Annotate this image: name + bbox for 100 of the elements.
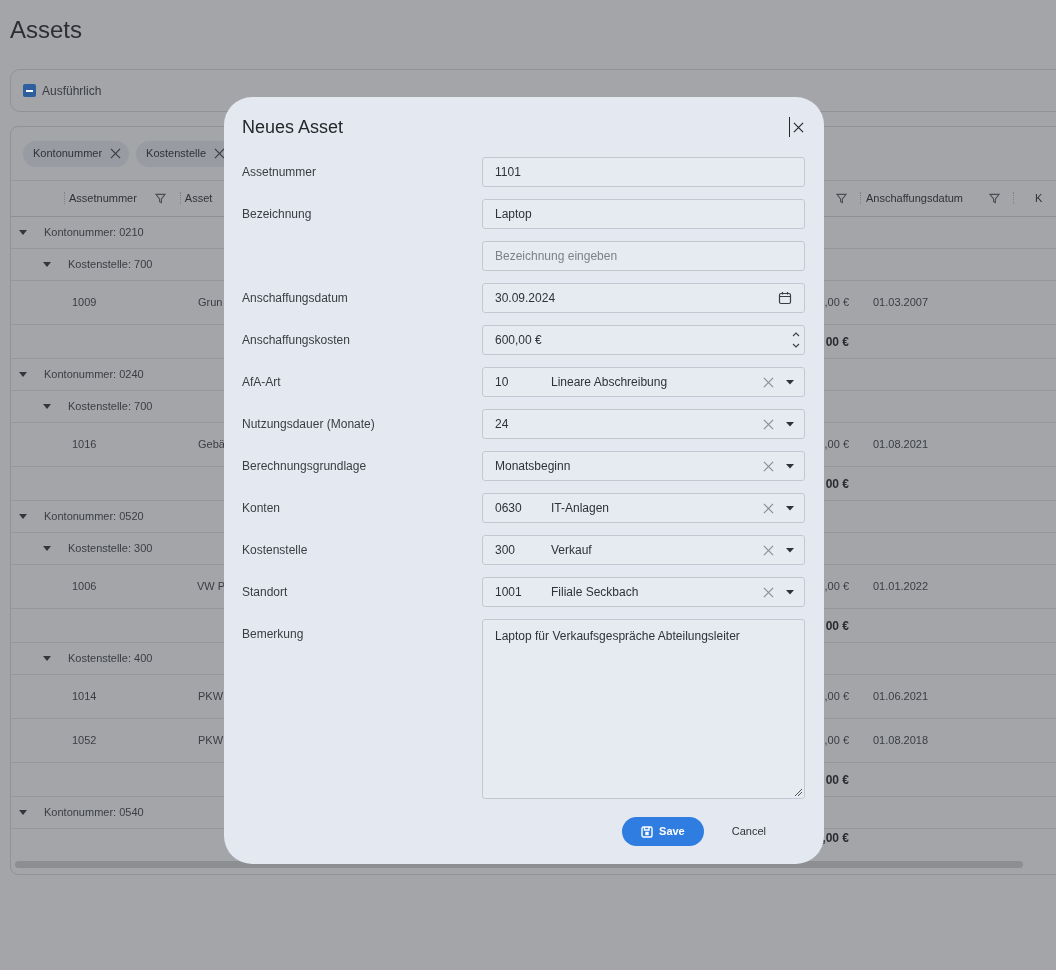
- name-cell-text: Grun: [198, 295, 223, 311]
- remarks-textarea[interactable]: Laptop für Verkaufsgespräche Abteilungsleiter: [482, 619, 805, 799]
- filter-icon[interactable]: [154, 193, 166, 204]
- subgroup-row-label: Kostenstelle: 400: [68, 651, 153, 667]
- dropdown-caret-icon[interactable]: [786, 379, 794, 385]
- caret-icon[interactable]: [43, 655, 51, 662]
- option-label: Filiale Seckbach: [551, 584, 640, 601]
- caret-icon[interactable]: [43, 403, 51, 410]
- date-cell-text: 01.08.2018: [873, 733, 929, 749]
- caret-icon[interactable]: [19, 513, 27, 520]
- number-field[interactable]: 600,00 €: [482, 325, 805, 355]
- dropdown-caret-icon[interactable]: [786, 421, 794, 427]
- option-label: 24: [495, 416, 510, 433]
- amount-cell-text: ,00 €: [821, 830, 849, 847]
- text-field[interactable]: 1101: [482, 157, 805, 187]
- group-row-label: Kontonummer: 0540: [44, 805, 144, 821]
- asset-number-cell-text: 1016: [72, 437, 98, 453]
- amount-cell-text: ,00 €: [823, 295, 849, 311]
- dropdown-caret-icon[interactable]: [786, 463, 794, 469]
- caret-icon[interactable]: [19, 371, 27, 378]
- amount-cell-text: ,00 €: [823, 733, 849, 749]
- column-header[interactable]: Assetnummer: [69, 190, 137, 207]
- select-field[interactable]: 24: [482, 409, 805, 439]
- text-field[interactable]: Laptop: [482, 199, 805, 229]
- asset-number-cell-text: 1006: [72, 579, 98, 595]
- caret-icon[interactable]: [43, 261, 51, 268]
- dropdown-caret-icon[interactable]: [786, 547, 794, 553]
- amount-cell-text: ,00 €: [823, 689, 849, 705]
- field-label: Anschaffungskosten: [242, 333, 350, 347]
- field-label: Anschaffungsdatum: [242, 291, 348, 305]
- subgroup-row-label: Kostenstelle: 700: [68, 257, 153, 273]
- filter-icon[interactable]: [989, 193, 1001, 204]
- field-label: AfA-Art: [242, 375, 281, 389]
- amount-cell-text: ,00 €: [823, 579, 849, 595]
- caret-icon[interactable]: [19, 229, 27, 236]
- option-label: Monatsbeginn: [495, 458, 572, 475]
- cancel-button[interactable]: Cancel: [725, 817, 772, 846]
- group-row-label: Kontonummer: 0240: [44, 367, 144, 383]
- amount-cell-text: ,00 €: [823, 437, 849, 453]
- amount-cell-text: 00 €: [824, 617, 849, 635]
- column-header[interactable]: K: [1035, 190, 1043, 207]
- caret-icon[interactable]: [19, 809, 27, 816]
- close-icon[interactable]: [214, 148, 226, 159]
- option-code: 300: [495, 542, 517, 559]
- name-cell-text: PKW: [198, 733, 224, 749]
- date-field[interactable]: 30.09.2024: [482, 283, 805, 313]
- column-resize-handle[interactable]: [64, 192, 65, 205]
- save-button[interactable]: Save: [622, 817, 704, 846]
- name-cell-text: PKW: [198, 689, 224, 705]
- column-header[interactable]: Anschaffungsdatum: [866, 190, 964, 207]
- checkbox[interactable]: [23, 84, 36, 97]
- option-label: Verkauf: [551, 542, 593, 559]
- name-cell-text: Gebä: [198, 437, 225, 453]
- resize-grip-icon[interactable]: [794, 788, 802, 796]
- group-chip[interactable]: Kontonummer: [23, 140, 130, 167]
- field-label: Konten: [242, 501, 281, 515]
- text-field[interactable]: Bezeichnung eingeben: [482, 241, 805, 271]
- group-row-label: Kontonummer: 0520: [44, 509, 144, 525]
- subgroup-row-label: Kostenstelle: 700: [68, 399, 153, 415]
- select-field[interactable]: Monatsbeginn: [482, 451, 805, 481]
- select-field[interactable]: 300 Verkauf: [482, 535, 805, 565]
- option-code: 10: [495, 374, 510, 391]
- filter-icon[interactable]: [836, 193, 847, 204]
- dropdown-caret-icon[interactable]: [786, 505, 794, 511]
- close-icon[interactable]: [793, 121, 804, 133]
- select-field[interactable]: 10 Lineare Abschreibung: [482, 367, 805, 397]
- date-cell-text: 01.06.2021: [873, 689, 929, 705]
- column-resize-handle[interactable]: [179, 192, 181, 205]
- amount-cell-text: 00 €: [824, 333, 849, 351]
- column-resize-handle[interactable]: [1013, 192, 1015, 205]
- asset-number-cell-text: 1009: [72, 295, 98, 311]
- asset-number-cell-text: 1052: [72, 733, 98, 749]
- calendar-icon[interactable]: [778, 291, 792, 305]
- checkbox-label: Ausführlich: [42, 82, 102, 100]
- page-title: Assets: [10, 16, 84, 44]
- spinner-icon[interactable]: [792, 330, 800, 350]
- amount-cell-text: 00 €: [824, 475, 849, 493]
- group-row-label: Kontonummer: 0210: [44, 225, 144, 241]
- field-label: Bemerkung: [242, 627, 304, 641]
- dropdown-caret-icon[interactable]: [786, 589, 794, 595]
- amount-cell-text: 00 €: [824, 771, 849, 789]
- option-code: 1001: [495, 584, 523, 601]
- dialog-title: Neues Asset: [242, 115, 344, 139]
- field-label: Kostenstelle: [242, 543, 308, 557]
- caret-icon[interactable]: [43, 545, 51, 552]
- select-field[interactable]: 1001 Filiale Seckbach: [482, 577, 805, 607]
- subgroup-row-label: Kostenstelle: 300: [68, 541, 153, 557]
- field-label: Berechnungsgrundlage: [242, 459, 367, 473]
- column-resize-handle[interactable]: [860, 192, 861, 205]
- option-label: IT-Anlagen: [551, 500, 611, 517]
- field-label: Bezeichnung: [242, 207, 312, 221]
- date-cell-text: 01.03.2007: [873, 295, 929, 311]
- field-label: Nutzungsdauer (Monate): [242, 417, 375, 431]
- date-cell-text: 01.01.2022: [873, 579, 929, 595]
- date-cell-text: 01.08.2021: [873, 437, 929, 453]
- option-code: 0630: [495, 500, 523, 517]
- column-header[interactable]: Asset: [184, 190, 213, 207]
- name-cell-text: VW P: [196, 579, 225, 595]
- select-field[interactable]: 0630 IT-Anlagen: [482, 493, 805, 523]
- field-label: Assetnummer: [242, 165, 317, 179]
